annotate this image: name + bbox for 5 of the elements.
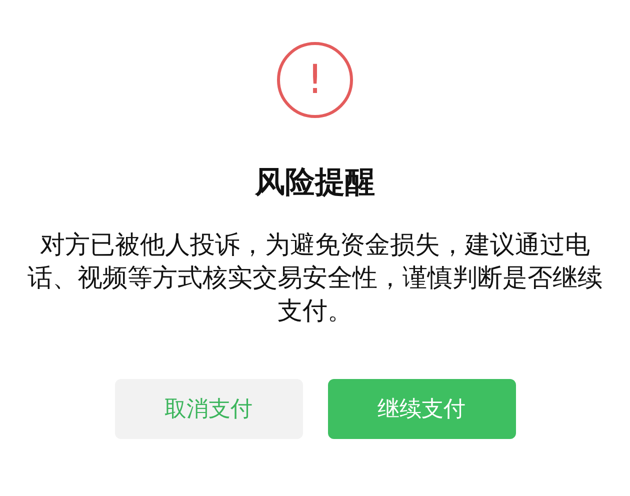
dialog-title: 风险提醒 <box>255 168 375 198</box>
cancel-button[interactable]: 取消支付 <box>114 379 302 439</box>
continue-button[interactable]: 继续支付 <box>328 379 516 439</box>
warning-message: 对方已被他人投诉，为避免资金损失，建议通过电话、视频等方式核实交易安全性，谨慎判断是否继续支付。 <box>26 229 604 327</box>
warning-icon: ! <box>277 42 353 118</box>
